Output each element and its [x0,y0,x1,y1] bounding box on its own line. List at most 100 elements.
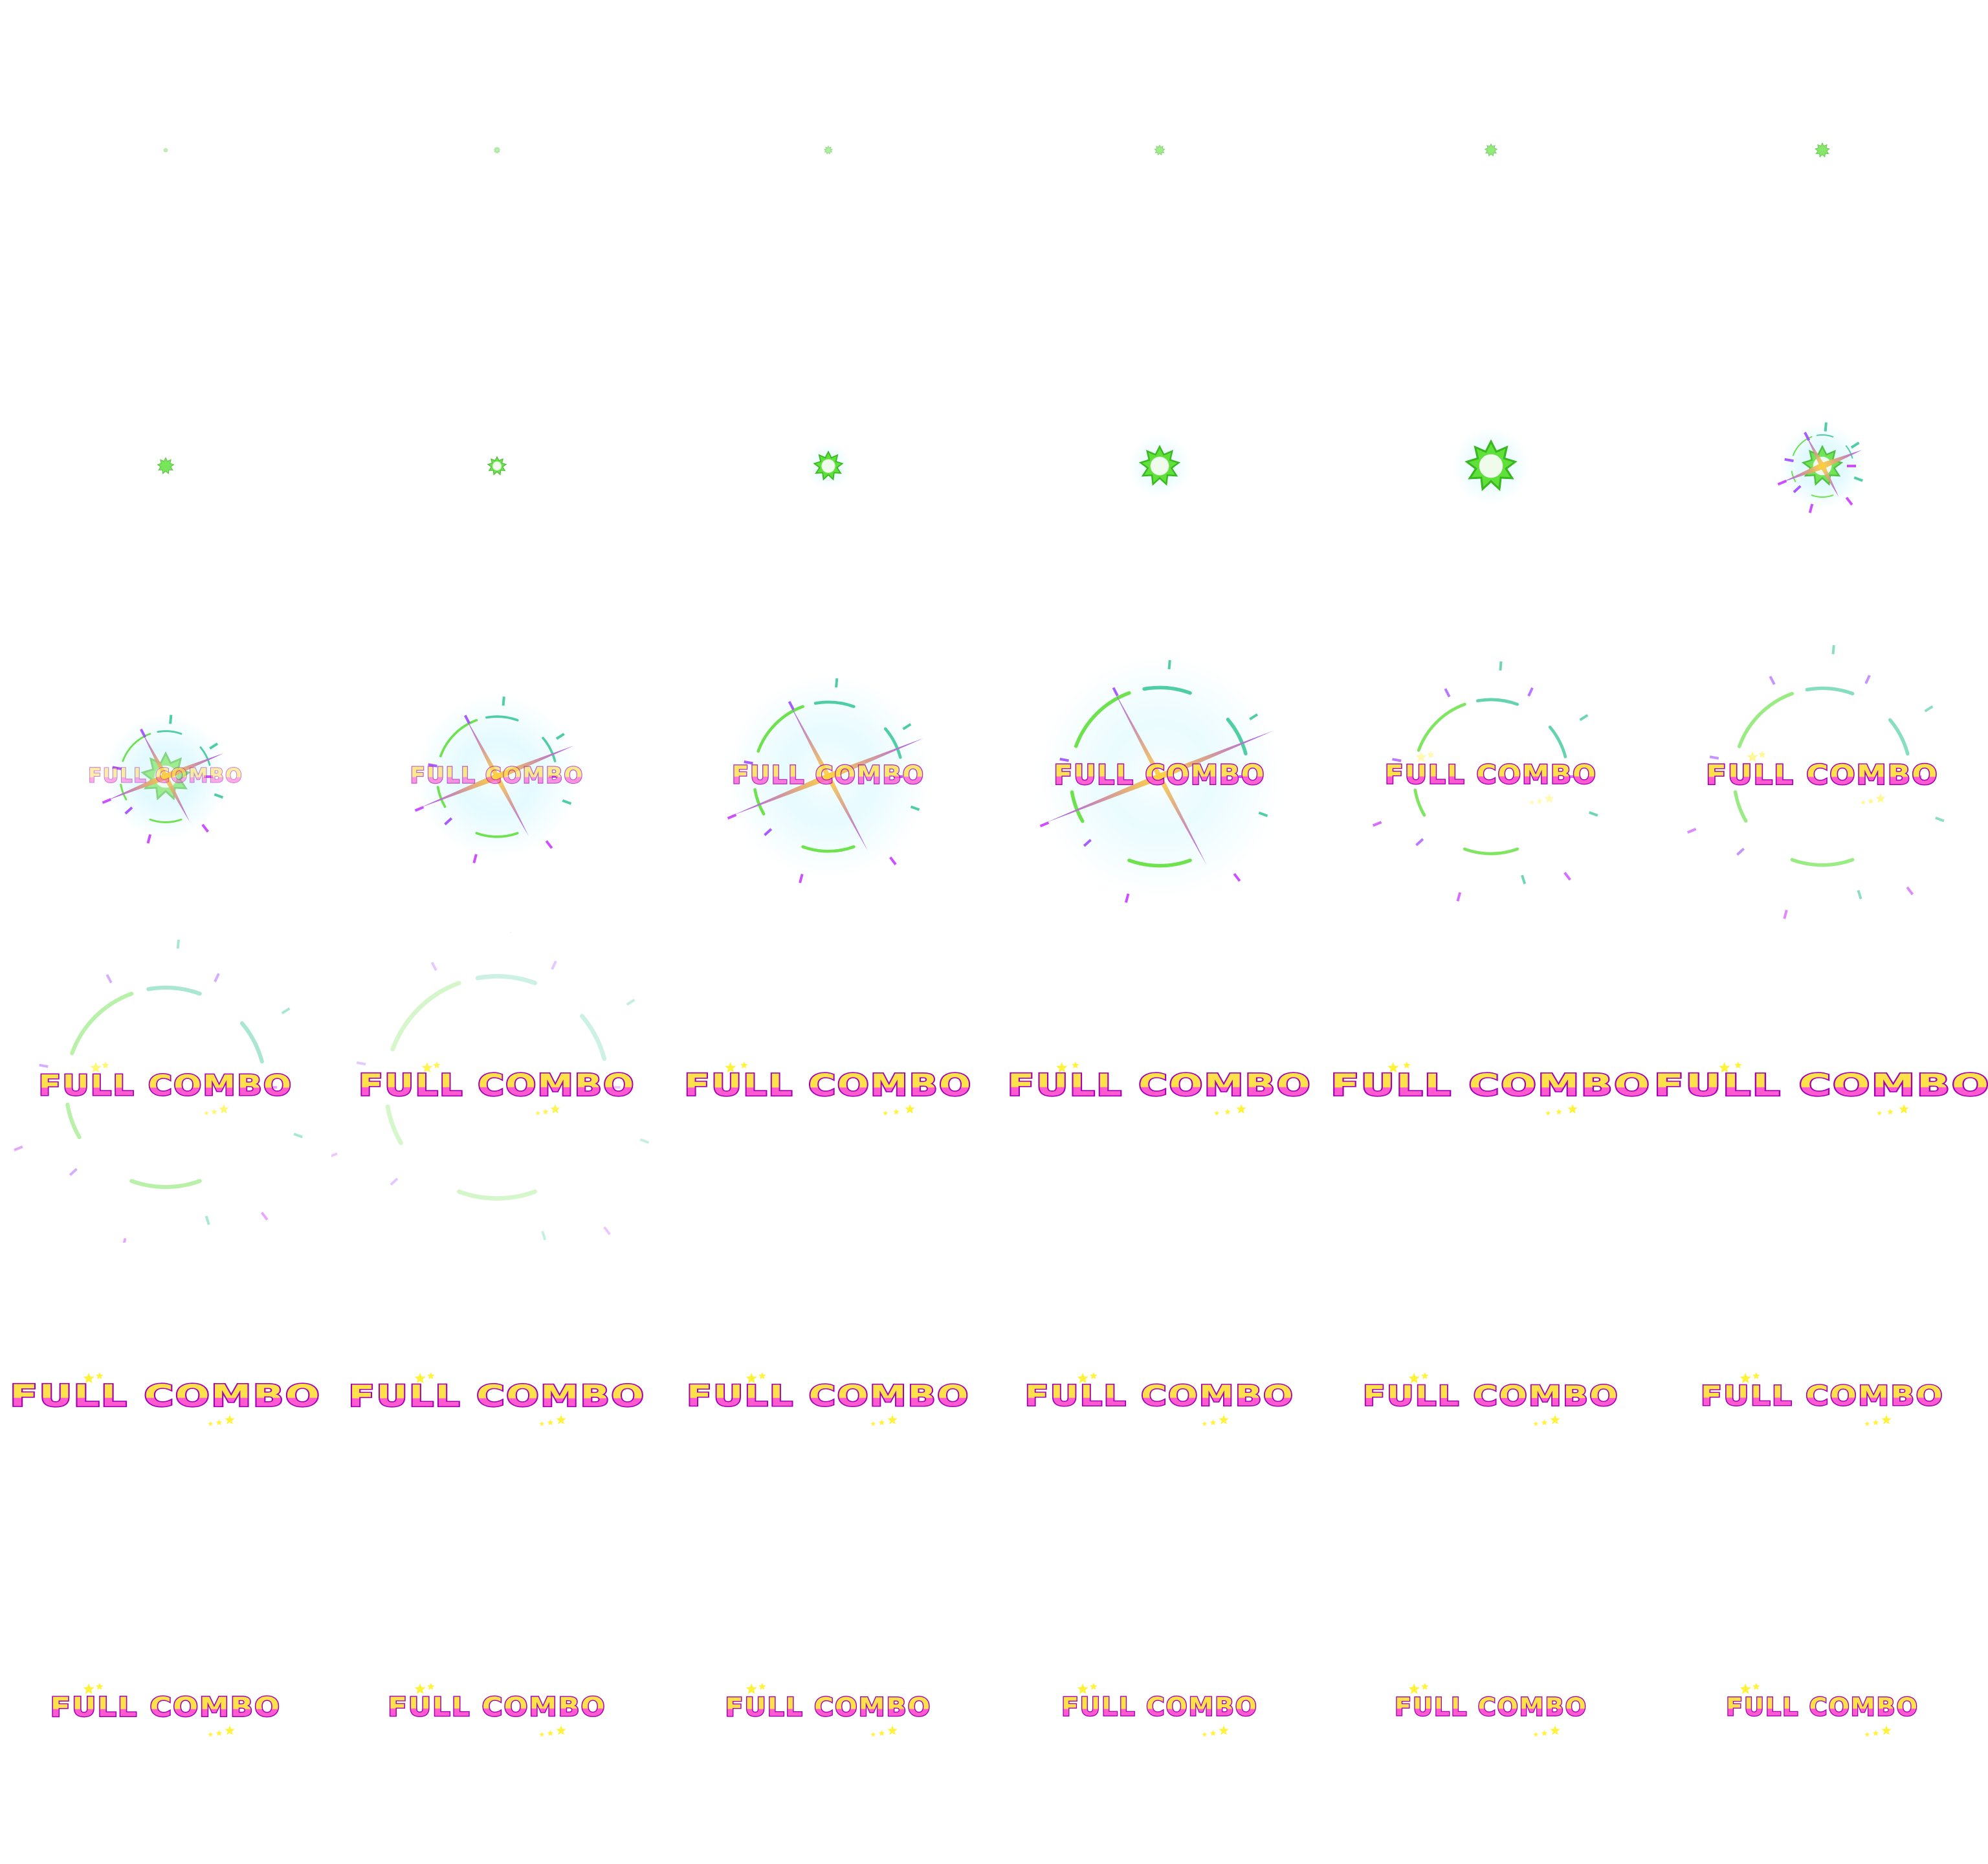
sprite-frame: FULL COMBO [663,621,994,932]
full-combo-banner: FULL COMBO [687,1379,969,1413]
star-icon [1864,1732,1870,1737]
sprite-frame [0,311,331,621]
full-combo-banner: FULL COMBO [1008,1068,1312,1103]
star-icon [1533,1732,1539,1737]
star-icon [870,1421,876,1426]
full-combo-banner: FULL COMBO [732,761,925,790]
full-combo-banner: FULL COMBO [410,763,584,789]
star-icon [1872,1419,1879,1425]
star-icon [887,1415,898,1425]
sprite-frame: FULL COMBO [663,1553,994,1864]
star-icon [219,1104,229,1114]
sprite-frame [1657,0,1988,311]
star-icon [1550,1415,1560,1425]
star-icon [1236,1104,1246,1114]
star-icon [1541,1730,1548,1736]
star-icon [102,1061,109,1069]
star-icon [1219,1725,1229,1735]
star-icon [1872,1730,1879,1736]
full-combo-banner: FULL COMBO [1385,760,1597,790]
sprite-frame: FULL COMBO [1657,621,1988,932]
star-icon [1202,1421,1208,1426]
sprite-frame [0,0,331,311]
star-icon [1556,1109,1562,1115]
star-icon [1209,1730,1217,1736]
star-icon [1427,751,1435,758]
star-icon [1861,800,1866,805]
star-icon [1881,1415,1892,1425]
full-combo-banner: FULL COMBO [1025,1379,1294,1412]
star-icon [1875,793,1886,803]
star-icon [1209,1419,1217,1425]
star-icon [1752,1683,1760,1690]
green-starburst-icon [823,145,834,155]
star-icon [1529,800,1534,805]
star-icon [1090,1372,1098,1379]
star-icon [1899,1104,1909,1114]
star-icon [1421,1372,1429,1379]
full-combo-banner: FULL COMBO [10,1379,322,1414]
star-icon [1545,1111,1551,1116]
sprite-frame: FULL COMBO [1325,1243,1657,1553]
star-icon [1881,1725,1892,1735]
star-icon [225,1725,235,1735]
star-icon [204,1111,209,1116]
star-icon [215,1419,223,1425]
star-icon [427,1683,435,1690]
star-icon [883,1111,888,1116]
star-icon [556,1415,566,1425]
star-icon [215,1730,223,1736]
star-icon [1536,798,1543,804]
green-starburst-icon [157,457,175,474]
full-combo-banner: FULL COMBO [39,1069,293,1102]
full-combo-banner: FULL COMBO [1331,1068,1651,1103]
star-icon [1887,1109,1894,1115]
star-icon [758,1683,766,1690]
star-icon [96,1683,104,1690]
sprite-frame: FULL COMBO [994,932,1325,1243]
full-combo-banner: FULL COMBO [1657,1068,1988,1103]
sprite-frame: FULL COMBO [331,621,663,932]
green-starburst-icon [1484,143,1498,157]
star-icon [878,1730,885,1736]
sprite-frame: FULL COMBO [1325,621,1657,932]
sprite-frame: FULL COMBO [0,1553,331,1864]
star-icon [427,1372,435,1379]
star-icon [550,1104,560,1114]
star-icon [1219,1415,1229,1425]
full-combo-banner: FULL COMBO [1706,759,1938,791]
sprite-frame: FULL COMBO [331,1553,663,1864]
star-icon [1868,798,1874,804]
star-icon [1090,1683,1098,1690]
full-combo-banner: FULL COMBO [1061,1693,1258,1722]
sprite-frame [331,0,663,311]
star-icon [539,1421,545,1426]
sprite-frame [1325,0,1657,311]
full-combo-banner: FULL COMBO [1363,1380,1619,1412]
sprite-sheet: FULL COMBO FULL COMBO FULL COMBO FULL COMBO… [0,0,1988,1864]
sprite-frame: FULL COMBO [0,621,331,932]
star-icon [740,1061,748,1069]
full-combo-banner: FULL COMBO [684,1069,972,1103]
sprite-frame: FULL COMBO [1325,932,1657,1243]
sprite-frame [1657,311,1988,621]
sprite-frame [1325,311,1657,621]
star-icon [1403,1061,1411,1069]
star-icon [878,1419,885,1425]
sprite-frame: FULL COMBO [994,1243,1325,1553]
sprite-frame: FULL COMBO [1657,1243,1988,1553]
full-combo-banner: FULL COMBO [1726,1693,1919,1722]
green-starburst-icon [1154,144,1165,156]
star-icon [1224,1109,1231,1115]
star-icon [1541,1419,1548,1425]
green-starburst-icon [1815,142,1830,158]
star-icon [208,1732,214,1737]
star-icon [905,1104,915,1114]
sprite-frame [331,311,663,621]
star-icon [1533,1421,1539,1426]
sprite-frame: FULL COMBO [331,1243,663,1553]
star-icon [1864,1421,1870,1426]
green-starburst-icon [493,146,501,154]
star-icon [535,1111,540,1116]
star-icon [893,1109,900,1115]
